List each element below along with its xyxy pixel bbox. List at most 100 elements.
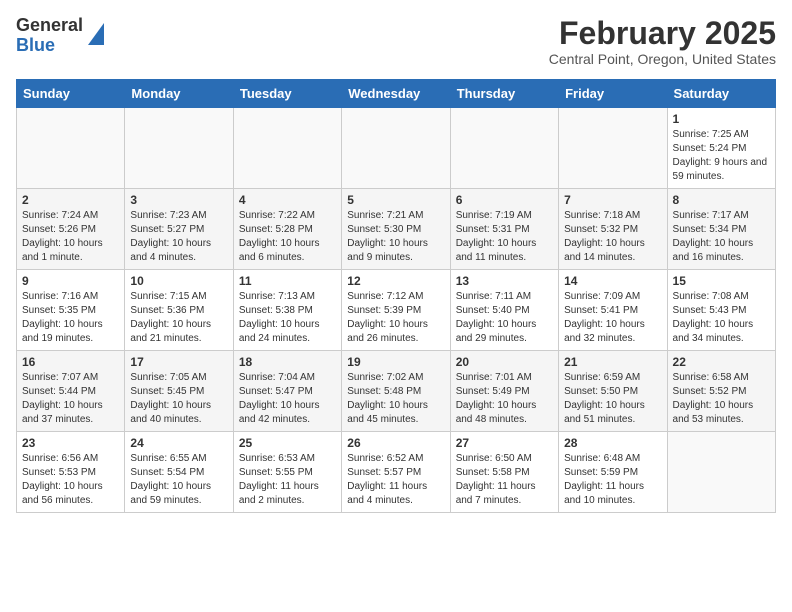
day-info: Sunrise: 6:59 AM Sunset: 5:50 PM Dayligh… (564, 371, 661, 427)
day-header-wednesday: Wednesday (342, 80, 450, 108)
calendar-cell: 10 Sunrise: 7:15 AM Sunset: 5:36 PM Dayli… (125, 270, 233, 351)
day-info: Sunrise: 7:04 AM Sunset: 5:47 PM Dayligh… (239, 371, 336, 427)
calendar-cell (342, 108, 450, 189)
day-number: 6 (456, 193, 553, 207)
day-header-friday: Friday (559, 80, 667, 108)
day-number: 19 (347, 355, 444, 369)
day-info: Sunrise: 7:19 AM Sunset: 5:31 PM Dayligh… (456, 209, 553, 265)
logo-general: General (16, 16, 83, 36)
calendar-cell: 4Sunrise: 7:22 AM Sunset: 5:28 PM Daylig… (233, 189, 341, 270)
calendar-cell: 19 Sunrise: 7:02 AM Sunset: 5:48 PM Dayli… (342, 351, 450, 432)
calendar-cell: 23Sunrise: 6:56 AM Sunset: 5:53 PM Dayli… (17, 432, 125, 513)
day-info: Sunrise: 7:23 AM Sunset: 5:27 PM Dayligh… (130, 209, 227, 265)
logo: General Blue (16, 16, 104, 56)
week-row-3: 9 Sunrise: 7:16 AM Sunset: 5:35 PM Daylig… (17, 270, 776, 351)
day-number: 23 (22, 436, 119, 450)
day-number: 21 (564, 355, 661, 369)
day-header-monday: Monday (125, 80, 233, 108)
day-info: Sunrise: 6:55 AM Sunset: 5:54 PM Dayligh… (130, 452, 227, 508)
day-info: Sunrise: 7:13 AM Sunset: 5:38 PM Dayligh… (239, 290, 336, 346)
day-info: Sunrise: 7:17 AM Sunset: 5:34 PM Dayligh… (673, 209, 770, 265)
week-row-4: 16Sunrise: 7:07 AM Sunset: 5:44 PM Dayli… (17, 351, 776, 432)
day-info: Sunrise: 6:50 AM Sunset: 5:58 PM Dayligh… (456, 452, 553, 508)
day-number: 14 (564, 274, 661, 288)
calendar-cell: 28 Sunrise: 6:48 AM Sunset: 5:59 PM Dayli… (559, 432, 667, 513)
calendar-cell: 25 Sunrise: 6:53 AM Sunset: 5:55 PM Dayli… (233, 432, 341, 513)
calendar-cell: 11 Sunrise: 7:13 AM Sunset: 5:38 PM Dayli… (233, 270, 341, 351)
calendar-cell: 27 Sunrise: 6:50 AM Sunset: 5:58 PM Dayli… (450, 432, 558, 513)
calendar-table: SundayMondayTuesdayWednesdayThursdayFrid… (16, 79, 776, 513)
day-info: Sunrise: 6:48 AM Sunset: 5:59 PM Dayligh… (564, 452, 661, 508)
calendar-cell (233, 108, 341, 189)
calendar-cell (450, 108, 558, 189)
calendar-cell: 6 Sunrise: 7:19 AM Sunset: 5:31 PM Daylig… (450, 189, 558, 270)
day-info: Sunrise: 7:24 AM Sunset: 5:26 PM Dayligh… (22, 209, 119, 265)
day-number: 20 (456, 355, 553, 369)
calendar-cell: 21 Sunrise: 6:59 AM Sunset: 5:50 PM Dayli… (559, 351, 667, 432)
day-number: 9 (22, 274, 119, 288)
day-info: Sunrise: 7:02 AM Sunset: 5:48 PM Dayligh… (347, 371, 444, 427)
calendar-cell (125, 108, 233, 189)
day-number: 10 (130, 274, 227, 288)
calendar-cell: 15 Sunrise: 7:08 AM Sunset: 5:43 PM Dayli… (667, 270, 775, 351)
main-title: February 2025 (549, 16, 776, 51)
page-header: General Blue February 2025 Central Point… (16, 16, 776, 67)
calendar-cell: 8 Sunrise: 7:17 AM Sunset: 5:34 PM Daylig… (667, 189, 775, 270)
day-info: Sunrise: 7:05 AM Sunset: 5:45 PM Dayligh… (130, 371, 227, 427)
title-block: February 2025 Central Point, Oregon, Uni… (549, 16, 776, 67)
location-subtitle: Central Point, Oregon, United States (549, 51, 776, 67)
day-info: Sunrise: 7:09 AM Sunset: 5:41 PM Dayligh… (564, 290, 661, 346)
calendar-cell: 9 Sunrise: 7:16 AM Sunset: 5:35 PM Daylig… (17, 270, 125, 351)
calendar-cell: 5Sunrise: 7:21 AM Sunset: 5:30 PM Daylig… (342, 189, 450, 270)
day-number: 12 (347, 274, 444, 288)
logo-arrow-icon (88, 23, 104, 45)
day-number: 1 (673, 112, 770, 126)
day-number: 11 (239, 274, 336, 288)
calendar-cell: 16Sunrise: 7:07 AM Sunset: 5:44 PM Dayli… (17, 351, 125, 432)
day-info: Sunrise: 7:22 AM Sunset: 5:28 PM Dayligh… (239, 209, 336, 265)
logo-blue: Blue (16, 36, 83, 56)
day-info: Sunrise: 6:58 AM Sunset: 5:52 PM Dayligh… (673, 371, 770, 427)
calendar-header-row: SundayMondayTuesdayWednesdayThursdayFrid… (17, 80, 776, 108)
calendar-cell (667, 432, 775, 513)
day-number: 17 (130, 355, 227, 369)
calendar-cell: 2Sunrise: 7:24 AM Sunset: 5:26 PM Daylig… (17, 189, 125, 270)
calendar-cell: 22 Sunrise: 6:58 AM Sunset: 5:52 PM Dayli… (667, 351, 775, 432)
calendar-cell: 14 Sunrise: 7:09 AM Sunset: 5:41 PM Dayli… (559, 270, 667, 351)
day-header-saturday: Saturday (667, 80, 775, 108)
day-info: Sunrise: 7:16 AM Sunset: 5:35 PM Dayligh… (22, 290, 119, 346)
day-number: 18 (239, 355, 336, 369)
calendar-cell: 17 Sunrise: 7:05 AM Sunset: 5:45 PM Dayli… (125, 351, 233, 432)
day-number: 27 (456, 436, 553, 450)
day-number: 15 (673, 274, 770, 288)
calendar-cell: 18 Sunrise: 7:04 AM Sunset: 5:47 PM Dayli… (233, 351, 341, 432)
day-number: 28 (564, 436, 661, 450)
day-info: Sunrise: 7:11 AM Sunset: 5:40 PM Dayligh… (456, 290, 553, 346)
calendar-cell: 20 Sunrise: 7:01 AM Sunset: 5:49 PM Dayli… (450, 351, 558, 432)
week-row-2: 2Sunrise: 7:24 AM Sunset: 5:26 PM Daylig… (17, 189, 776, 270)
day-number: 22 (673, 355, 770, 369)
day-info: Sunrise: 6:52 AM Sunset: 5:57 PM Dayligh… (347, 452, 444, 508)
calendar-cell (17, 108, 125, 189)
day-number: 25 (239, 436, 336, 450)
day-info: Sunrise: 7:08 AM Sunset: 5:43 PM Dayligh… (673, 290, 770, 346)
day-info: Sunrise: 6:53 AM Sunset: 5:55 PM Dayligh… (239, 452, 336, 508)
calendar-cell: 26Sunrise: 6:52 AM Sunset: 5:57 PM Dayli… (342, 432, 450, 513)
day-number: 13 (456, 274, 553, 288)
calendar-cell: 3Sunrise: 7:23 AM Sunset: 5:27 PM Daylig… (125, 189, 233, 270)
calendar-cell: 24Sunrise: 6:55 AM Sunset: 5:54 PM Dayli… (125, 432, 233, 513)
day-info: Sunrise: 7:01 AM Sunset: 5:49 PM Dayligh… (456, 371, 553, 427)
day-number: 8 (673, 193, 770, 207)
day-number: 5 (347, 193, 444, 207)
calendar-cell: 13 Sunrise: 7:11 AM Sunset: 5:40 PM Dayli… (450, 270, 558, 351)
day-info: Sunrise: 7:25 AM Sunset: 5:24 PM Dayligh… (673, 128, 770, 184)
calendar-cell: 7Sunrise: 7:18 AM Sunset: 5:32 PM Daylig… (559, 189, 667, 270)
day-info: Sunrise: 7:12 AM Sunset: 5:39 PM Dayligh… (347, 290, 444, 346)
calendar-cell (559, 108, 667, 189)
day-header-tuesday: Tuesday (233, 80, 341, 108)
calendar-cell: 12 Sunrise: 7:12 AM Sunset: 5:39 PM Dayli… (342, 270, 450, 351)
week-row-1: 1 Sunrise: 7:25 AM Sunset: 5:24 PM Daylig… (17, 108, 776, 189)
day-number: 16 (22, 355, 119, 369)
day-info: Sunrise: 7:15 AM Sunset: 5:36 PM Dayligh… (130, 290, 227, 346)
day-number: 7 (564, 193, 661, 207)
